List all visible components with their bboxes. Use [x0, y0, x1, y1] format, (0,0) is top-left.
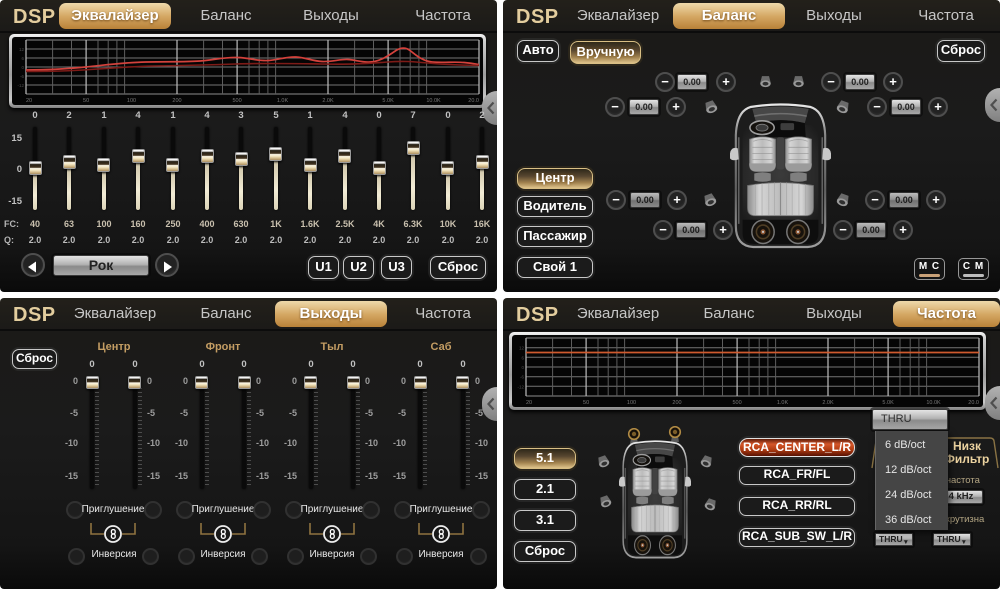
svg-text:10.0K: 10.0K [426, 98, 441, 104]
svg-text:1.0K: 1.0K [777, 400, 789, 406]
svg-text:500: 500 [733, 400, 742, 406]
svg-text:12: 12 [519, 346, 525, 351]
svg-text:5.0K: 5.0K [382, 98, 394, 104]
svg-text:20: 20 [526, 400, 532, 406]
svg-text:12: 12 [19, 47, 25, 52]
svg-text:-12: -12 [17, 83, 24, 88]
svg-text:0: 0 [21, 65, 24, 70]
svg-text:20.0: 20.0 [968, 400, 979, 406]
svg-text:20.0: 20.0 [468, 98, 479, 104]
svg-text:-6: -6 [20, 74, 24, 79]
svg-text:0: 0 [521, 365, 524, 370]
svg-text:5.0K: 5.0K [882, 400, 894, 406]
svg-text:1.0K: 1.0K [277, 98, 289, 104]
svg-text:50: 50 [83, 98, 89, 104]
svg-text:50: 50 [583, 400, 589, 406]
svg-text:-6: -6 [520, 375, 524, 380]
svg-text:500: 500 [233, 98, 242, 104]
svg-text:100: 100 [627, 400, 636, 406]
svg-text:6: 6 [21, 56, 24, 61]
svg-text:2.0K: 2.0K [322, 98, 334, 104]
svg-text:200: 200 [672, 400, 681, 406]
svg-text:6: 6 [521, 355, 524, 360]
svg-text:10.0K: 10.0K [926, 400, 941, 406]
svg-text:200: 200 [172, 98, 181, 104]
svg-text:-12: -12 [517, 384, 524, 389]
svg-text:100: 100 [127, 98, 136, 104]
svg-text:2.0K: 2.0K [822, 400, 834, 406]
svg-text:20: 20 [26, 98, 32, 104]
